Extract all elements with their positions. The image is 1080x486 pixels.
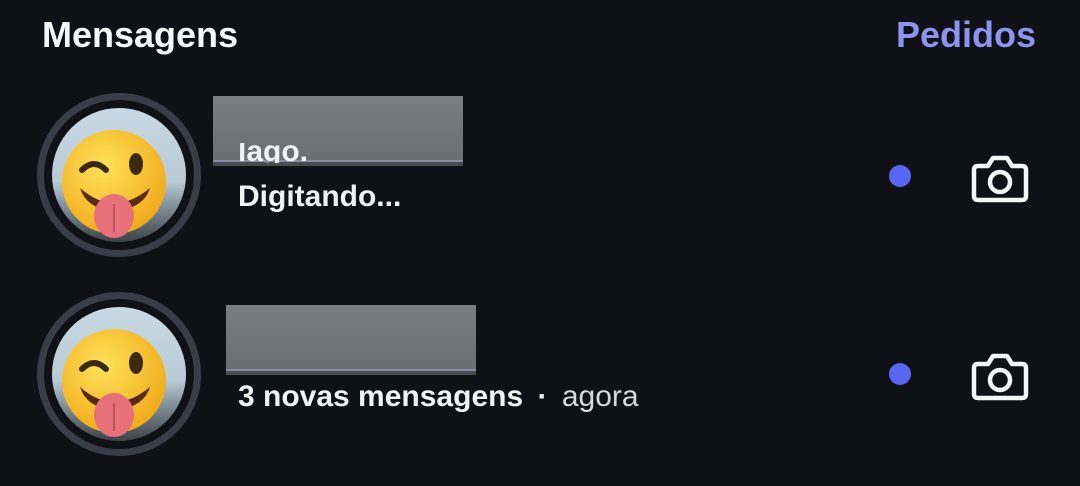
requests-link[interactable]: Pedidos [896,14,1036,56]
winking-tongue-emoji-icon [52,307,186,441]
unread-dot [889,363,911,385]
thread-status: Digitando... [238,180,401,214]
camera-icon[interactable] [970,148,1030,208]
redacted-username [226,305,476,371]
message-preview-peek: lago. [238,143,309,163]
separator: · [537,380,548,413]
typing-status: Digitando... [238,180,402,213]
page-title: Mensagens [42,14,239,55]
thread-row[interactable]: lago. Digitando... [0,93,1080,263]
new-messages-count: 3 novas mensagens [238,380,524,413]
messages-header: Mensagens Pedidos [0,0,1080,72]
unread-dot [889,165,911,187]
timestamp: agora [561,380,639,413]
thread-row[interactable]: 3 novas mensagens · agora [0,292,1080,462]
thread-status: 3 novas mensagens · agora [238,380,639,414]
winking-tongue-emoji-icon [52,108,186,242]
avatar[interactable] [37,292,201,456]
avatar[interactable] [37,93,201,257]
camera-icon[interactable] [970,346,1030,406]
